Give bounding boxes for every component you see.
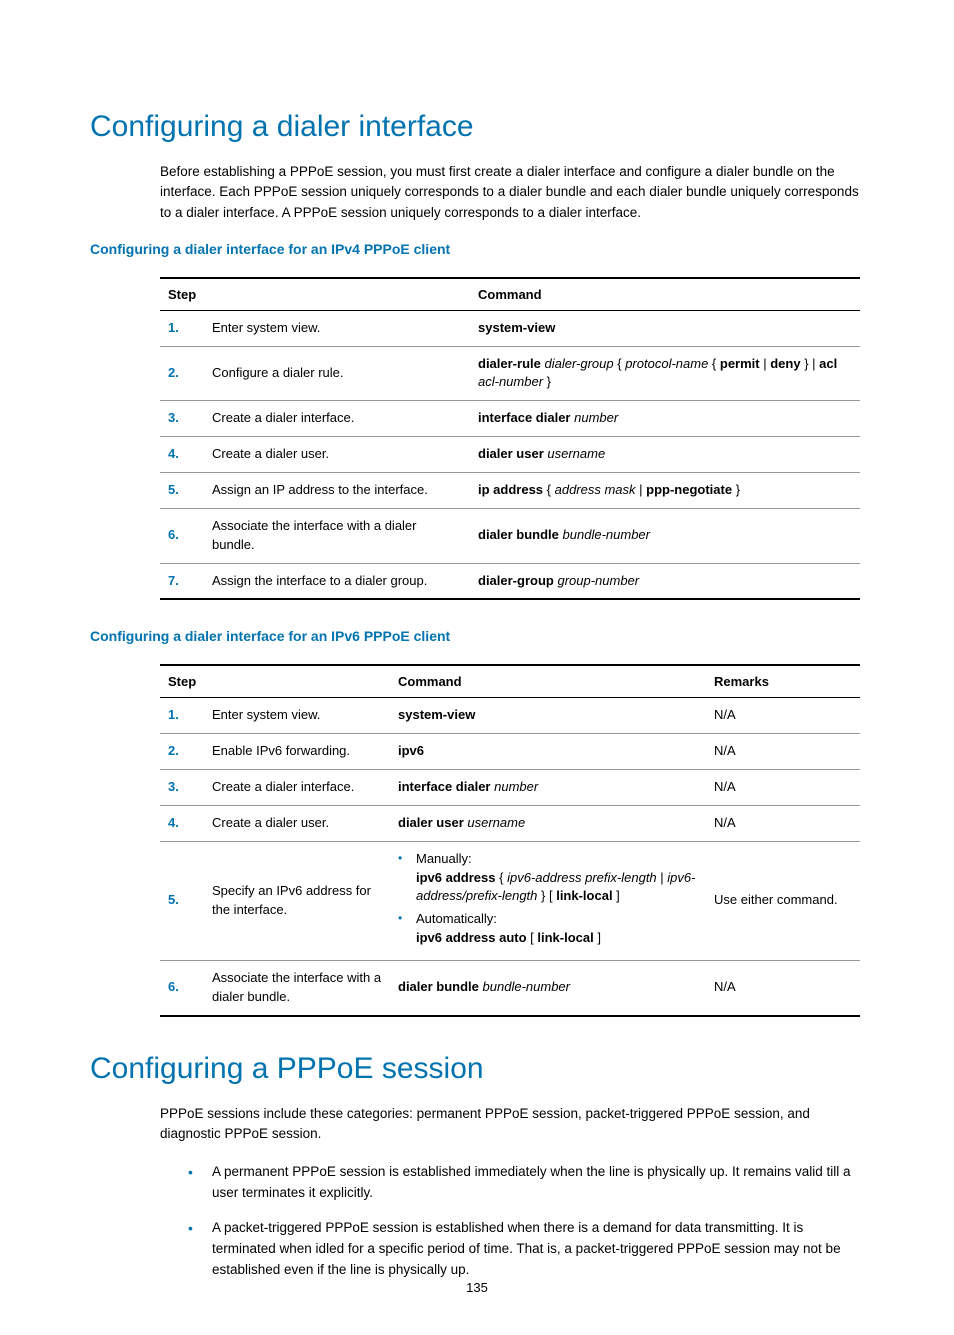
- step-text: Enable IPv6 forwarding.: [204, 734, 390, 770]
- step-number: 4.: [160, 437, 204, 473]
- step-number: 2.: [160, 734, 204, 770]
- step-number: 3.: [160, 770, 204, 806]
- table-row: 4. Create a dialer user. dialer user use…: [160, 805, 860, 841]
- step-text: Create a dialer interface.: [204, 770, 390, 806]
- step-number: 5.: [160, 841, 204, 960]
- step-number: 3.: [160, 401, 204, 437]
- step-text: Enter system view.: [204, 310, 470, 346]
- table-row: 5. Assign an IP address to the interface…: [160, 472, 860, 508]
- table-row: 5. Specify an IPv6 address for the inter…: [160, 841, 860, 960]
- step-remarks: N/A: [706, 805, 860, 841]
- step-command: ip address { address mask | ppp-negotiat…: [470, 472, 860, 508]
- table-row: 6. Associate the interface with a dialer…: [160, 960, 860, 1015]
- step-text: Associate the interface with a dialer bu…: [204, 508, 470, 563]
- ipv6-steps-table: Step Command Remarks 1. Enter system vie…: [160, 664, 860, 1016]
- subheading-ipv6: Configuring a dialer interface for an IP…: [90, 628, 864, 644]
- document-page: Configuring a dialer interface Before es…: [0, 0, 954, 1335]
- step-text: Configure a dialer rule.: [204, 346, 470, 401]
- table-row: 1. Enter system view. system-view: [160, 310, 860, 346]
- step-text: Associate the interface with a dialer bu…: [204, 960, 390, 1015]
- step-text: Create a dialer user.: [204, 805, 390, 841]
- step-command: system-view: [470, 310, 860, 346]
- step-text: Specify an IPv6 address for the interfac…: [204, 841, 390, 960]
- table-row: 3. Create a dialer interface. interface …: [160, 401, 860, 437]
- step-text: Create a dialer interface.: [204, 401, 470, 437]
- col-step: Step: [160, 665, 390, 698]
- step-command: ipv6: [390, 734, 706, 770]
- step-number: 4.: [160, 805, 204, 841]
- col-command: Command: [390, 665, 706, 698]
- ipv4-steps-table: Step Command 1. Enter system view. syste…: [160, 277, 860, 601]
- step-number: 7.: [160, 563, 204, 599]
- step-remarks: Use either command.: [706, 841, 860, 960]
- step-command: Manually:ipv6 address { ipv6-address pre…: [390, 841, 706, 960]
- step-number: 1.: [160, 698, 204, 734]
- page-number: 135: [0, 1280, 954, 1295]
- list-item: A packet-triggered PPPoE session is esta…: [188, 1218, 864, 1281]
- step-text: Create a dialer user.: [204, 437, 470, 473]
- step-number: 6.: [160, 508, 204, 563]
- session-bullets: A permanent PPPoE session is established…: [188, 1162, 864, 1281]
- step-number: 5.: [160, 472, 204, 508]
- table-row: 7. Assign the interface to a dialer grou…: [160, 563, 860, 599]
- subheading-ipv4: Configuring a dialer interface for an IP…: [90, 241, 864, 257]
- col-step: Step: [160, 278, 470, 311]
- table-row: 3. Create a dialer interface. interface …: [160, 770, 860, 806]
- table-row: 2. Enable IPv6 forwarding. ipv6 N/A: [160, 734, 860, 770]
- step-command: interface dialer number: [390, 770, 706, 806]
- step-command: system-view: [390, 698, 706, 734]
- table-row: 2. Configure a dialer rule. dialer-rule …: [160, 346, 860, 401]
- col-remarks: Remarks: [706, 665, 860, 698]
- step-text: Assign an IP address to the interface.: [204, 472, 470, 508]
- list-item: A permanent PPPoE session is established…: [188, 1162, 864, 1204]
- step-text: Enter system view.: [204, 698, 390, 734]
- col-command: Command: [470, 278, 860, 311]
- intro-paragraph: Before establishing a PPPoE session, you…: [160, 162, 864, 223]
- step-remarks: N/A: [706, 770, 860, 806]
- step-text: Assign the interface to a dialer group.: [204, 563, 470, 599]
- step-command: interface dialer number: [470, 401, 860, 437]
- intro-paragraph-2: PPPoE sessions include these categories:…: [160, 1104, 864, 1145]
- step-command: dialer user username: [390, 805, 706, 841]
- table-row: 4. Create a dialer user. dialer user use…: [160, 437, 860, 473]
- step-command: dialer-group group-number: [470, 563, 860, 599]
- step-command: dialer bundle bundle-number: [390, 960, 706, 1015]
- step-number: 2.: [160, 346, 204, 401]
- heading-pppoe-session: Configuring a PPPoE session: [90, 1052, 864, 1086]
- step-remarks: N/A: [706, 734, 860, 770]
- step-command: dialer-rule dialer-group { protocol-name…: [470, 346, 860, 401]
- step-command: dialer bundle bundle-number: [470, 508, 860, 563]
- step-remarks: N/A: [706, 960, 860, 1015]
- table-row: 1. Enter system view. system-view N/A: [160, 698, 860, 734]
- step-number: 6.: [160, 960, 204, 1015]
- table-row: 6. Associate the interface with a dialer…: [160, 508, 860, 563]
- step-command: dialer user username: [470, 437, 860, 473]
- step-number: 1.: [160, 310, 204, 346]
- heading-dialer-interface: Configuring a dialer interface: [90, 110, 864, 144]
- step-remarks: N/A: [706, 698, 860, 734]
